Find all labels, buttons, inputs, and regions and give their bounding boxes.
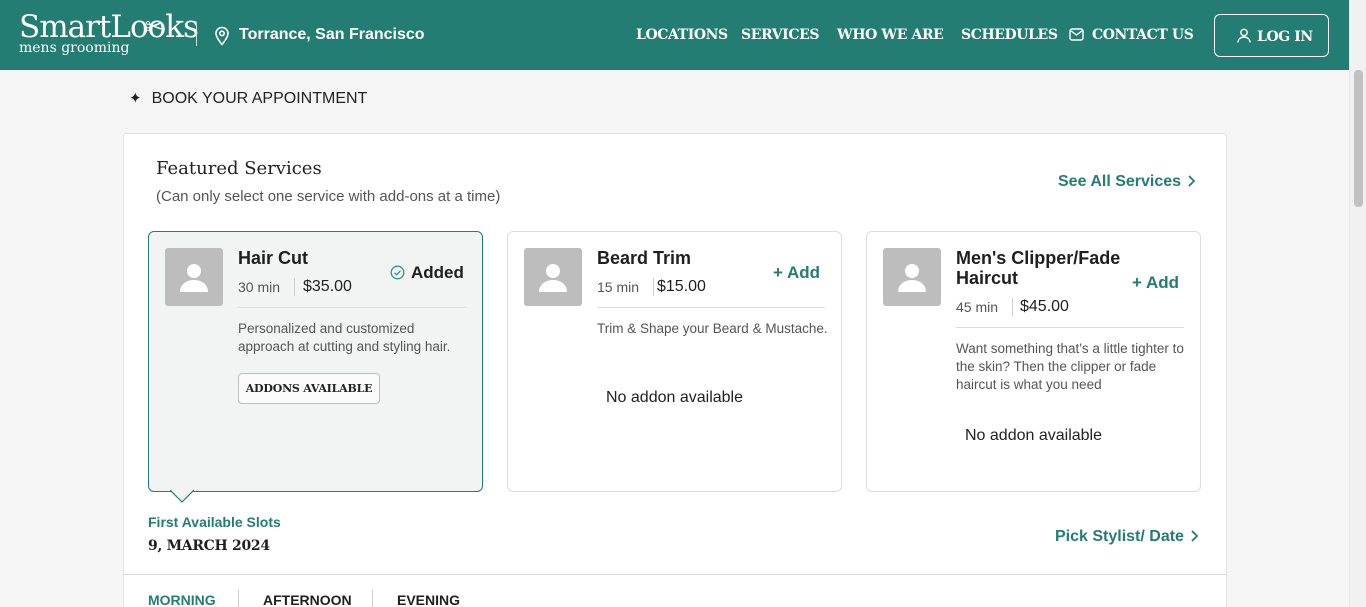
slot-date: 9, MARCH 2024 <box>148 538 270 554</box>
service-thumbnail <box>524 248 582 306</box>
see-all-services-link[interactable]: See All Services <box>1058 173 1196 191</box>
scrollbar-thumb[interactable] <box>1354 70 1363 207</box>
service-price: $35.00 <box>303 278 352 295</box>
no-addon-text: No addon available <box>606 389 743 406</box>
avatar-placeholder-icon <box>539 264 567 292</box>
pick-stylist-label: Pick Stylist/ Date <box>1055 528 1184 545</box>
brand-tagline: mens grooming <box>19 40 130 56</box>
service-duration: 15 min <box>597 279 640 295</box>
page-heading: ✦ BOOK YOUR APPOINTMENT <box>129 89 367 108</box>
scissors-icon: ✂ <box>145 14 164 39</box>
login-button[interactable]: LOG IN <box>1214 14 1329 57</box>
card-divider <box>956 327 1184 328</box>
tab-evening[interactable]: EVENING <box>397 592 460 607</box>
service-price: $45.00 <box>1020 298 1069 315</box>
card-divider <box>238 307 466 308</box>
meta-separator <box>1012 298 1013 316</box>
avatar-placeholder-icon <box>180 264 208 292</box>
nav-schedules[interactable]: SCHEDULES <box>961 27 1058 43</box>
page-scrollbar[interactable] <box>1349 0 1366 607</box>
first-available-slots-label: First Available Slots <box>148 514 281 530</box>
nav-services[interactable]: SERVICES <box>741 27 819 43</box>
added-label: Added <box>411 263 464 282</box>
service-description: Personalized and customized approach at … <box>238 321 451 354</box>
featured-subtitle: (Can only select one service with add-on… <box>156 188 501 205</box>
tab-morning[interactable]: MORNING <box>148 592 216 607</box>
service-duration: 45 min <box>956 299 999 315</box>
contact-label: CONTACT US <box>1092 27 1194 43</box>
selected-card-pointer <box>170 490 194 503</box>
user-icon <box>1237 28 1251 43</box>
location-selector[interactable]: Torrance, San Francisco <box>239 26 425 44</box>
service-card-beard-trim[interactable]: Beard Trim + Add 15 min $15.00 Trim & Sh… <box>507 231 842 492</box>
service-name: Men's Clipper/Fade Haircut <box>956 248 1121 288</box>
meta-separator <box>653 278 654 296</box>
nav-contact-us[interactable]: CONTACT US <box>1069 27 1194 43</box>
login-label: LOG IN <box>1257 29 1313 45</box>
sparkle-icon: ✦ <box>129 90 142 107</box>
service-description: Want something that's a little tighter t… <box>956 341 1184 392</box>
tab-separator <box>238 590 239 607</box>
service-duration: 30 min <box>238 279 281 295</box>
service-thumbnail <box>883 248 941 306</box>
card-divider <box>597 307 825 308</box>
section-divider <box>124 574 1226 575</box>
page-heading-text: BOOK YOUR APPOINTMENT <box>151 90 368 107</box>
service-description: Trim & Shape your Beard & Mustache. <box>597 321 828 336</box>
tab-separator <box>372 590 373 607</box>
featured-title: Featured Services <box>156 158 322 179</box>
no-addon-text: No addon available <box>965 427 1102 444</box>
nav-locations[interactable]: LOCATIONS <box>636 27 728 43</box>
service-price: $15.00 <box>657 278 706 295</box>
add-service-button[interactable]: + Add <box>773 263 820 283</box>
service-thumbnail <box>165 248 223 306</box>
nav-divider <box>196 24 197 46</box>
top-navbar: SmartLooks ✂ mens grooming Torrance, San… <box>0 0 1349 70</box>
avatar-placeholder-icon <box>898 264 926 292</box>
booking-panel: Featured Services (Can only select one s… <box>123 133 1227 607</box>
check-circle-icon <box>390 265 405 280</box>
brand-logo[interactable]: SmartLooks ✂ mens grooming <box>19 10 199 60</box>
added-status[interactable]: Added <box>390 263 464 283</box>
chevron-right-icon <box>1191 530 1199 542</box>
service-card-hair-cut[interactable]: Hair Cut Added 30 min $35.00 Personalize… <box>148 231 483 492</box>
tab-afternoon[interactable]: AFTERNOON <box>263 592 352 607</box>
see-all-label: See All Services <box>1058 173 1182 190</box>
mail-icon <box>1069 28 1084 41</box>
add-service-button[interactable]: + Add <box>1132 273 1179 293</box>
meta-separator <box>294 278 295 296</box>
chevron-right-icon <box>1188 175 1196 187</box>
addons-available-button[interactable]: ADDONS AVAILABLE <box>238 373 380 404</box>
service-card-clipper-fade[interactable]: Men's Clipper/Fade Haircut + Add 45 min … <box>866 231 1201 492</box>
pick-stylist-date-link[interactable]: Pick Stylist/ Date <box>1055 528 1199 546</box>
location-pin-icon <box>215 26 229 46</box>
nav-who-we-are[interactable]: WHO WE ARE <box>837 27 944 43</box>
service-name: Beard Trim <box>597 248 692 268</box>
